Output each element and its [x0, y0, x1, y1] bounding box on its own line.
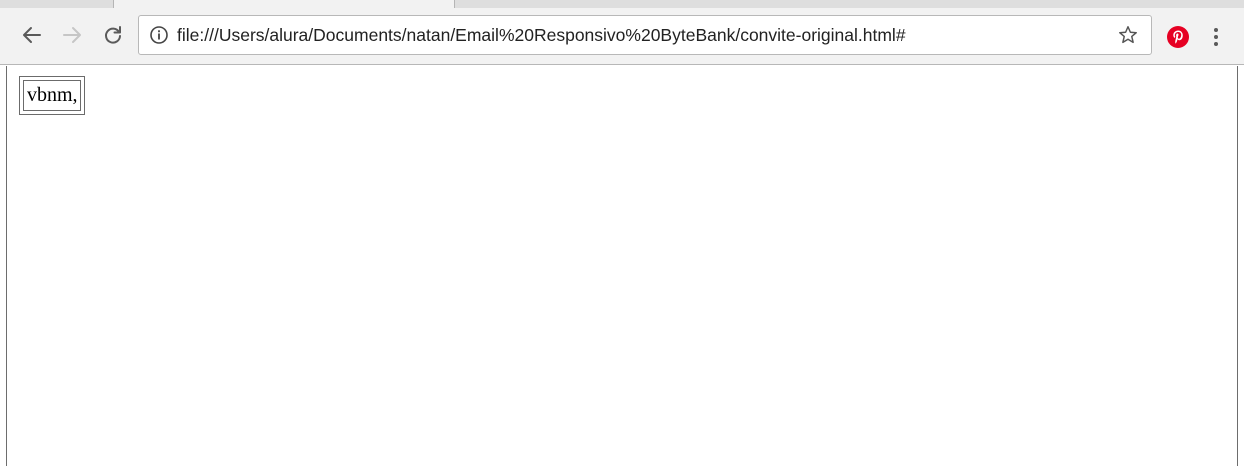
star-outline-icon[interactable] — [1117, 24, 1139, 46]
active-tab[interactable] — [113, 0, 455, 8]
table-cell: vbnm, — [23, 80, 81, 111]
arrow-left-icon — [23, 27, 41, 43]
tab-strip — [0, 0, 1244, 8]
info-circle-icon[interactable] — [149, 25, 169, 45]
browser-toolbar: file:///Users/alura/Documents/natan/Emai… — [0, 8, 1244, 65]
vertical-dots-icon — [1214, 28, 1218, 46]
page-viewport: vbnm, — [6, 66, 1238, 466]
reload-icon — [105, 26, 121, 44]
browser-window: file:///Users/alura/Documents/natan/Emai… — [0, 0, 1244, 466]
pinterest-icon[interactable] — [1166, 25, 1190, 49]
table-row: vbnm, — [23, 80, 81, 111]
page-table: vbnm, — [19, 76, 85, 115]
forward-button[interactable] — [56, 17, 88, 53]
browser-menu-button[interactable] — [1206, 22, 1226, 52]
arrow-right-icon — [63, 27, 81, 43]
address-bar[interactable]: file:///Users/alura/Documents/natan/Emai… — [138, 15, 1152, 55]
reload-button[interactable] — [97, 17, 129, 53]
url-text[interactable]: file:///Users/alura/Documents/natan/Emai… — [177, 16, 906, 54]
back-button[interactable] — [16, 17, 48, 53]
